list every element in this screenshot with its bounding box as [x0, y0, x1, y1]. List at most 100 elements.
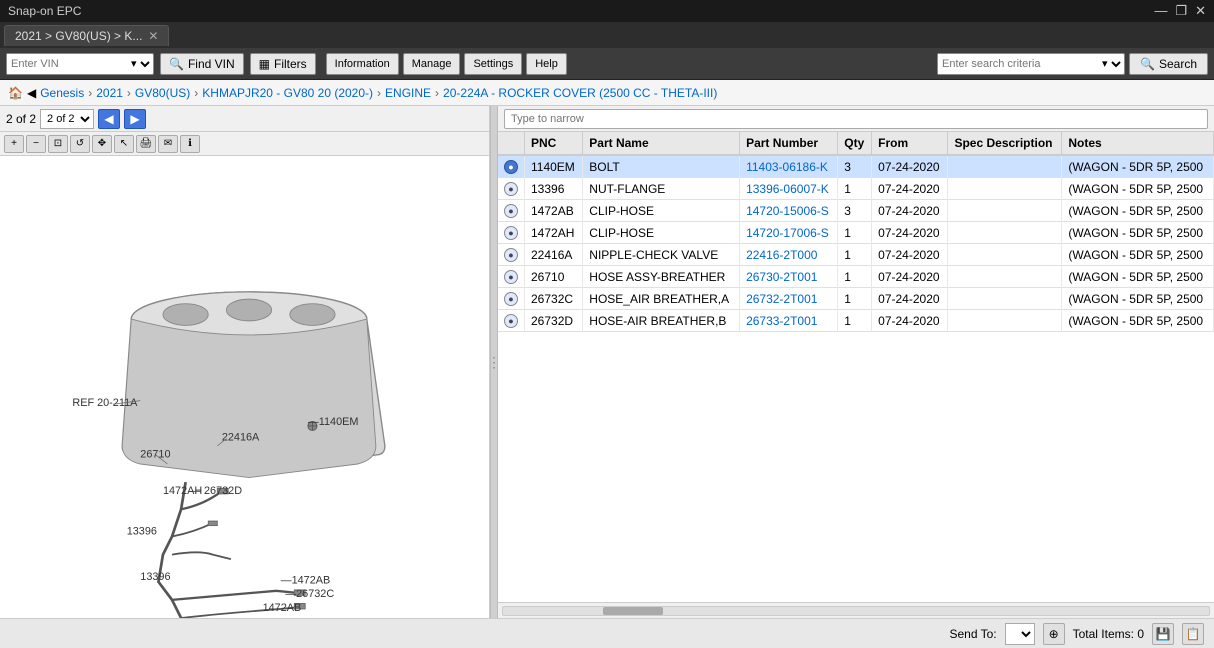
page-select[interactable]: 2 of 2 1 of 2: [40, 109, 94, 129]
information-button[interactable]: Information: [326, 53, 399, 75]
left-panel: 2 of 2 2 of 2 1 of 2 ◀ ▶ + − ⊡ ↺ ✥ ↖ 🖨 ✉…: [0, 106, 490, 618]
search-input[interactable]: [938, 54, 1098, 74]
zoom-in-button[interactable]: +: [4, 135, 24, 153]
search-button[interactable]: 🔍 Search: [1129, 53, 1208, 75]
send-to-select[interactable]: [1005, 623, 1035, 645]
prev-page-button[interactable]: ◀: [98, 109, 120, 129]
partnumber-cell[interactable]: 26733-2T001: [740, 310, 838, 332]
row-circle-btn[interactable]: ●: [498, 222, 525, 244]
filters-button[interactable]: ▦ Filters: [250, 53, 316, 75]
close-button[interactable]: ✕: [1195, 3, 1206, 19]
zoom-fit-button[interactable]: ⊡: [48, 135, 68, 153]
panel-splitter[interactable]: [490, 106, 498, 618]
manage-button[interactable]: Manage: [403, 53, 461, 75]
spec-cell: [948, 222, 1062, 244]
copy-icon-button[interactable]: 📋: [1182, 623, 1204, 645]
row-circle-btn[interactable]: ●: [498, 200, 525, 222]
breadcrumb-model[interactable]: KHMAPJR20 - GV80 20 (2020-): [202, 86, 373, 100]
info-button[interactable]: ℹ: [180, 135, 200, 153]
table-row[interactable]: ●26732DHOSE-AIR BREATHER,B26733-2T001107…: [498, 310, 1214, 332]
row-circle-btn[interactable]: ●: [498, 244, 525, 266]
pan-button[interactable]: ✥: [92, 135, 112, 153]
filter-icon: ▦: [259, 57, 270, 71]
print-button[interactable]: 🖨: [136, 135, 156, 153]
table-row[interactable]: ●22416ANIPPLE-CHECK VALVE22416-2T000107-…: [498, 244, 1214, 266]
svg-text:22416A: 22416A: [222, 431, 260, 443]
restore-button[interactable]: ❐: [1175, 3, 1187, 19]
minimize-button[interactable]: —: [1154, 3, 1167, 19]
row-circle-btn[interactable]: ●: [498, 288, 525, 310]
save-icon-button[interactable]: 💾: [1152, 623, 1174, 645]
vin-input-wrapper: ▾: [6, 53, 154, 75]
breadcrumb-engine[interactable]: ENGINE: [385, 86, 431, 100]
circle-icon[interactable]: ●: [504, 226, 518, 240]
partnumber-cell[interactable]: 14720-17006-S: [740, 222, 838, 244]
vin-dropdown[interactable]: ▾: [127, 54, 153, 74]
partname-cell: HOSE ASSY-BREATHER: [583, 266, 740, 288]
partnumber-cell[interactable]: 26732-2T001: [740, 288, 838, 310]
zoom-reset-button[interactable]: ↺: [70, 135, 90, 153]
circle-icon[interactable]: ●: [504, 248, 518, 262]
search-icon: 🔍: [169, 57, 184, 71]
breadcrumb-2021[interactable]: 2021: [96, 86, 123, 100]
partname-cell: NUT-FLANGE: [583, 178, 740, 200]
col-qty[interactable]: Qty: [838, 132, 872, 155]
table-row[interactable]: ●1140EMBOLT11403-06186-K307-24-2020(WAGO…: [498, 155, 1214, 178]
send-to-icon-button[interactable]: ⊕: [1043, 623, 1065, 645]
circle-icon[interactable]: ●: [504, 292, 518, 306]
select-button[interactable]: ↖: [114, 135, 134, 153]
col-circle: [498, 132, 525, 155]
h-scrollbar-area[interactable]: [498, 602, 1214, 618]
table-row[interactable]: ●26710HOSE ASSY-BREATHER26730-2T001107-2…: [498, 266, 1214, 288]
qty-cell: 1: [838, 310, 872, 332]
partnumber-cell[interactable]: 26730-2T001: [740, 266, 838, 288]
search-dropdown[interactable]: ▾: [1098, 54, 1124, 74]
breadcrumb-gv80us[interactable]: GV80(US): [135, 86, 190, 100]
partnumber-cell[interactable]: 11403-06186-K: [740, 155, 838, 178]
circle-icon[interactable]: ●: [504, 204, 518, 218]
find-vin-button[interactable]: 🔍 Find VIN: [160, 53, 244, 75]
help-button[interactable]: Help: [526, 53, 567, 75]
zoom-out-button[interactable]: −: [26, 135, 46, 153]
partnumber-cell[interactable]: 13396-06007-K: [740, 178, 838, 200]
table-row[interactable]: ●1472AHCLIP-HOSE14720-17006-S107-24-2020…: [498, 222, 1214, 244]
col-spec[interactable]: Spec Description: [948, 132, 1062, 155]
next-page-button[interactable]: ▶: [124, 109, 146, 129]
right-panel: PNC Part Name Part Number Qty From Spec …: [498, 106, 1214, 618]
back-icon[interactable]: ◀: [27, 86, 36, 100]
vin-input[interactable]: [7, 54, 127, 74]
breadcrumb-section[interactable]: 20-224A - ROCKER COVER (2500 CC - THETA-…: [443, 86, 717, 100]
circle-icon[interactable]: ●: [504, 182, 518, 196]
partnumber-cell[interactable]: 22416-2T000: [740, 244, 838, 266]
partnumber-cell[interactable]: 14720-15006-S: [740, 200, 838, 222]
col-partname[interactable]: Part Name: [583, 132, 740, 155]
row-circle-btn[interactable]: ●: [498, 155, 525, 178]
row-circle-btn[interactable]: ●: [498, 310, 525, 332]
table-row[interactable]: ●1472ABCLIP-HOSE14720-15006-S307-24-2020…: [498, 200, 1214, 222]
email-button[interactable]: ✉: [158, 135, 178, 153]
parts-table-wrapper[interactable]: PNC Part Name Part Number Qty From Spec …: [498, 132, 1214, 602]
from-cell: 07-24-2020: [872, 178, 948, 200]
col-pnc[interactable]: PNC: [525, 132, 583, 155]
from-cell: 07-24-2020: [872, 266, 948, 288]
qty-cell: 1: [838, 244, 872, 266]
home-icon[interactable]: 🏠: [8, 86, 23, 100]
row-circle-btn[interactable]: ●: [498, 178, 525, 200]
diagram-area[interactable]: REF 20-211A —1140EM 22416A 26710 1472AH …: [0, 156, 489, 618]
table-row[interactable]: ●13396NUT-FLANGE13396-06007-K107-24-2020…: [498, 178, 1214, 200]
breadcrumb-genesis[interactable]: Genesis: [40, 86, 84, 100]
circle-icon[interactable]: ●: [504, 160, 518, 174]
titlebar: Snap-on EPC — ❐ ✕: [0, 0, 1214, 22]
row-circle-btn[interactable]: ●: [498, 266, 525, 288]
circle-icon[interactable]: ●: [504, 314, 518, 328]
table-row[interactable]: ●26732CHOSE_AIR BREATHER,A26732-2T001107…: [498, 288, 1214, 310]
col-partnumber[interactable]: Part Number: [740, 132, 838, 155]
notes-cell: (WAGON - 5DR 5P, 2500: [1062, 266, 1214, 288]
narrow-input[interactable]: [504, 109, 1208, 129]
tab-close-icon[interactable]: ✕: [148, 29, 158, 43]
circle-icon[interactable]: ●: [504, 270, 518, 284]
col-notes[interactable]: Notes: [1062, 132, 1214, 155]
main-tab[interactable]: 2021 > GV80(US) > K... ✕: [4, 25, 169, 46]
col-from[interactable]: From: [872, 132, 948, 155]
settings-button[interactable]: Settings: [464, 53, 522, 75]
